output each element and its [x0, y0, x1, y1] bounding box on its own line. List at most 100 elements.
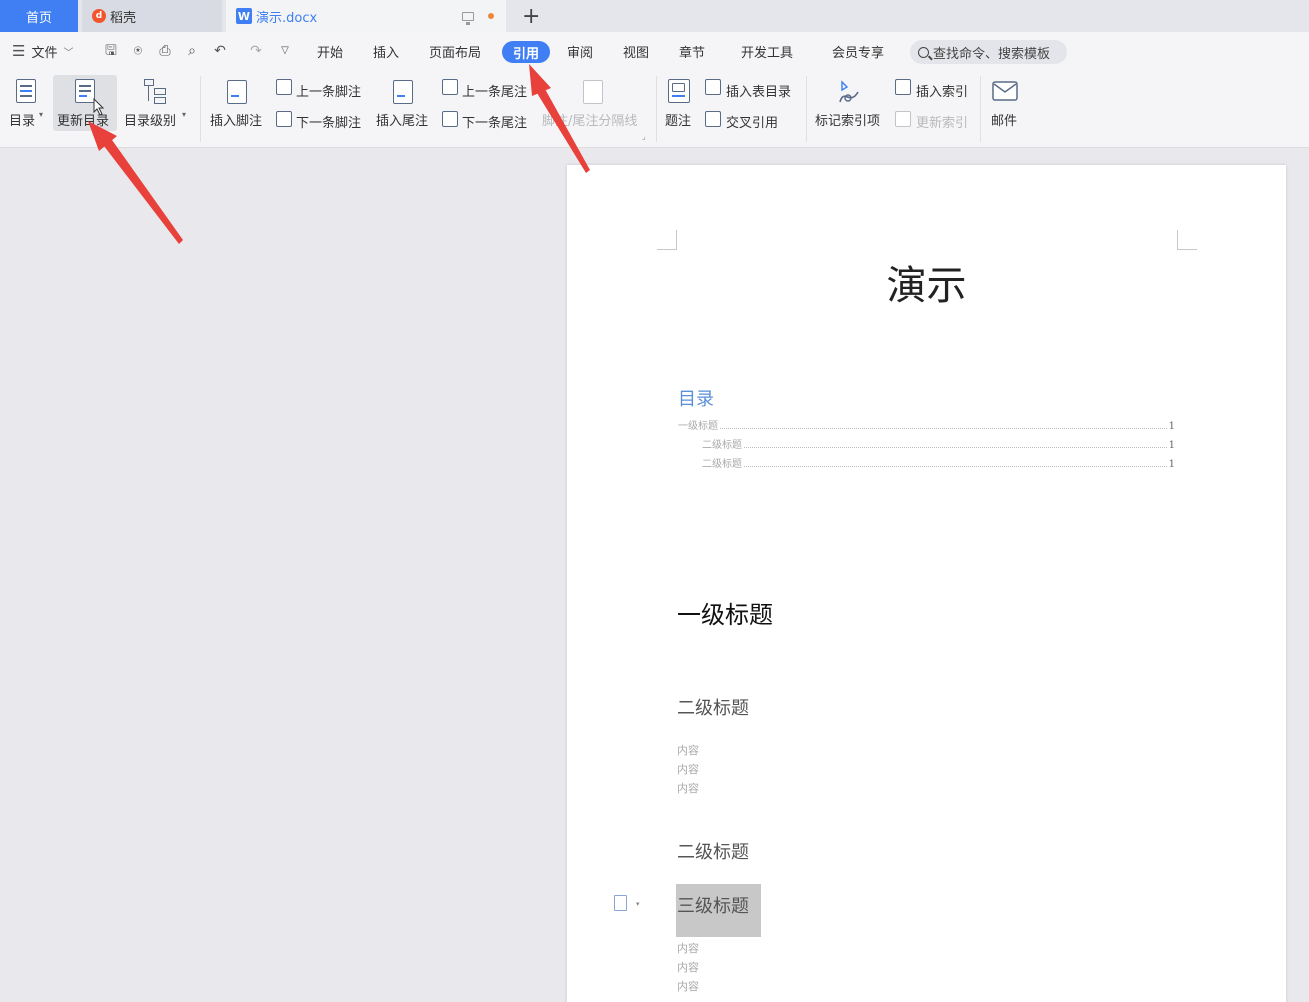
mark-index-entry-label: 标记索引项 [815, 114, 881, 129]
toc-entry[interactable]: 二级标题 1 [678, 456, 1175, 470]
search-icon [918, 46, 929, 58]
footnote-icon [227, 80, 247, 104]
heading-level-1: 一级标题 [677, 601, 773, 629]
body-text: 内容 [677, 744, 699, 757]
save-icon[interactable]: 🖫 [103, 43, 119, 59]
body-text: 内容 [677, 980, 699, 993]
update-toc-icon [75, 79, 95, 103]
hamburger-icon: ☰ [12, 42, 26, 60]
prev-endnote-icon [442, 79, 458, 95]
next-endnote-label: 下一条尾注 [462, 116, 528, 131]
toc-heading: 目录 [678, 389, 714, 410]
menu-references[interactable]: 引用 [502, 41, 551, 63]
table-of-figures-icon [705, 79, 721, 95]
caret-down-icon: ▾ [182, 110, 187, 119]
group-divider [656, 76, 657, 142]
menu-insert[interactable]: 插入 [373, 32, 399, 70]
menu-start[interactable]: 开始 [317, 32, 343, 70]
prev-endnote-label: 上一条尾注 [462, 85, 528, 100]
update-index-label: 更新索引 [916, 116, 969, 131]
tab-daoke[interactable]: d 稻壳 [82, 0, 222, 32]
cross-reference-icon [705, 111, 721, 127]
caret-down-icon[interactable]: ▾ [636, 900, 640, 908]
mark-index-icon [836, 78, 862, 106]
mouse-cursor-icon [93, 97, 105, 120]
menu-view[interactable]: 视图 [623, 32, 649, 70]
tab-document-label: 演示.docx [256, 10, 318, 26]
tab-bar: 首页 d 稻壳 W 演示.docx + [0, 0, 1309, 32]
menu-bar: ☰ 文件 ﹀ 🖫 ⍟ ⎙ ⌕ ↶ ↷ ▽ 开始 插入 页面布局 引用 审阅 视图… [0, 32, 1309, 70]
new-tab-button[interactable]: + [522, 0, 540, 32]
insert-endnote-label: 插入尾注 [376, 114, 429, 129]
group-divider [200, 76, 201, 142]
endnote-icon [393, 80, 413, 104]
menu-page-layout[interactable]: 页面布局 [429, 32, 481, 70]
body-text: 内容 [677, 961, 699, 974]
toc-entry-label: 二级标题 [702, 459, 742, 470]
footnote-separator-label: 脚注/尾注分隔线 [542, 114, 638, 129]
toc-entry[interactable]: 一级标题 1 [678, 418, 1175, 432]
command-search[interactable]: 查找命令、搜索模板 [910, 40, 1067, 64]
toc-entry[interactable]: 二级标题 1 [678, 437, 1175, 451]
toc-leader-dots [744, 447, 1167, 448]
menu-developer-tools[interactable]: 开发工具 [741, 32, 793, 70]
toc-label: 目录 [9, 114, 36, 129]
dialog-launcher-icon[interactable]: ⌟ [642, 132, 646, 141]
customize-toolbar-icon[interactable]: ▽ [277, 43, 293, 59]
menu-review[interactable]: 审阅 [567, 32, 593, 70]
group-divider [980, 76, 981, 142]
margin-corner-mark [1177, 230, 1197, 250]
document-title: 演示 [886, 263, 967, 309]
update-index-icon [895, 111, 911, 127]
undo-icon[interactable]: ↶ [212, 43, 228, 59]
prev-footnote-icon [276, 79, 292, 95]
toc-icon [16, 79, 36, 103]
print-icon[interactable]: ⎙ [157, 43, 173, 59]
document-page[interactable]: 演示 目录 一级标题 1 二级标题 1 二级标题 1 一级标题 二级标题 内容 … [567, 165, 1286, 1002]
toc-entry-label: 二级标题 [702, 440, 742, 451]
command-search-label: 查找命令、搜索模板 [933, 46, 1051, 62]
tab-daoke-label: 稻壳 [110, 10, 137, 26]
toc-entry-label: 一级标题 [678, 421, 718, 432]
unsaved-dot-icon [488, 13, 494, 19]
separator-icon [583, 80, 603, 104]
menu-member[interactable]: 会员专享 [832, 32, 884, 70]
body-text: 内容 [677, 763, 699, 776]
tab-home-label: 首页 [25, 10, 52, 26]
next-footnote-icon [276, 111, 292, 127]
toc-entry-page: 1 [1168, 459, 1175, 470]
heading-level-3: 三级标题 [677, 896, 749, 917]
toc-leader-dots [720, 428, 1167, 429]
tab-home[interactable]: 首页 [0, 0, 78, 32]
body-text: 内容 [677, 942, 699, 955]
ribbon-references: 目录 ▾ 更新目录 目录级别 ▾ 插入脚注 上一条脚注 下一条脚注 插入尾注 上… [0, 70, 1309, 148]
toc-level-label: 目录级别 [124, 114, 177, 129]
insert-index-label: 插入索引 [916, 85, 969, 100]
toc-leader-dots [744, 466, 1167, 467]
toc-level-icon [144, 79, 168, 105]
prev-footnote-label: 上一条脚注 [296, 85, 362, 100]
margin-corner-mark [657, 230, 677, 250]
caption-icon [668, 79, 690, 103]
heading-level-2: 二级标题 [677, 842, 749, 863]
tab-document[interactable]: W 演示.docx [226, 0, 506, 32]
group-divider [806, 76, 807, 142]
file-menu[interactable]: ☰ 文件 ﹀ [12, 32, 73, 70]
screen-share-icon[interactable] [462, 11, 474, 25]
caret-down-icon: ▾ [39, 110, 44, 119]
file-menu-label: 文件 [31, 45, 58, 61]
redo-icon[interactable]: ↷ [248, 43, 264, 59]
print-preview-icon[interactable]: ⌕ [184, 43, 200, 59]
paragraph-handle-icon[interactable] [614, 895, 627, 911]
body-text: 内容 [677, 782, 699, 795]
mail-label: 邮件 [991, 114, 1018, 129]
word-doc-icon: W [236, 8, 252, 24]
heading-level-2: 二级标题 [677, 698, 749, 719]
toc-entry-page: 1 [1168, 440, 1175, 451]
format-painter-icon[interactable]: ⍟ [130, 43, 146, 59]
insert-index-icon [895, 79, 911, 95]
daoke-logo-icon: d [92, 9, 106, 23]
insert-footnote-label: 插入脚注 [210, 114, 263, 129]
next-endnote-icon [442, 111, 458, 127]
menu-section[interactable]: 章节 [679, 32, 705, 70]
